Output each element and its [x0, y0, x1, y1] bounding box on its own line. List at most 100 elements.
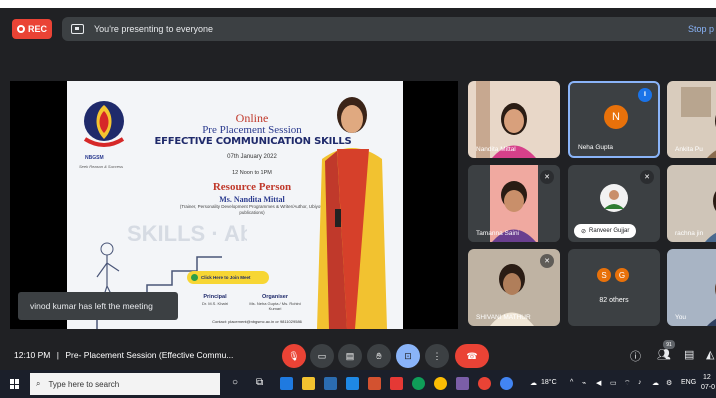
- mic-toggle-button[interactable]: 🎙︎: [282, 344, 306, 368]
- poster-bg-words: SKILLS · Ability: [127, 221, 247, 246]
- poster-join-button: Click Here to Join Meet: [187, 271, 269, 284]
- edge-app-icon[interactable]: [280, 377, 293, 390]
- input-language[interactable]: ENG: [681, 379, 696, 386]
- temperature: 18°C: [541, 379, 557, 386]
- record-icon: [16, 25, 25, 33]
- chat-icon[interactable]: ▤: [684, 348, 694, 361]
- tray-volume-icon[interactable]: ◀: [596, 379, 601, 387]
- logo-text: NBGSM: [85, 155, 104, 161]
- participant-count-badge: 91: [663, 340, 675, 349]
- speaker-photo: [317, 97, 387, 329]
- others-tile[interactable]: S G 82 others: [568, 249, 660, 326]
- participant-tile[interactable]: rachna jin: [667, 165, 716, 242]
- participant-name-chip: ⊘ Ranveer Gujjar: [574, 224, 637, 238]
- notification-toast: vinod kumar has left the meeting: [18, 292, 178, 320]
- meeting-time: 12:10 PM: [14, 350, 51, 360]
- more-vert-icon: ⋮: [432, 350, 442, 361]
- participant-name: SHIVANI MATHUR: [476, 314, 531, 321]
- tray-settings-icon[interactable]: ⚙: [666, 379, 672, 387]
- tray-wifi-icon[interactable]: ⌔: [624, 379, 631, 388]
- participant-tile[interactable]: ✕ SHIVANI MATHUR: [468, 249, 560, 326]
- meet-window-icon[interactable]: [456, 377, 469, 390]
- info-icon[interactable]: ⓘ: [630, 348, 641, 364]
- mic-off-icon: ⊘: [581, 228, 587, 235]
- file-explorer-icon[interactable]: [302, 377, 315, 390]
- tray-sound-icon[interactable]: ♪: [638, 379, 642, 386]
- participant-name: rachna jin: [675, 230, 704, 237]
- mic-off-icon: ✕: [540, 254, 554, 268]
- tray-chevron-icon[interactable]: ^: [570, 379, 573, 386]
- others-avatars: S G: [596, 267, 632, 283]
- college-logo: [83, 101, 125, 147]
- more-options-button[interactable]: ⋮: [425, 344, 449, 368]
- windows-start-icon[interactable]: [10, 379, 20, 389]
- leave-call-button[interactable]: ☎︎: [455, 344, 489, 368]
- present-screen-icon: [71, 24, 84, 34]
- participant-tile[interactable]: Ankita Pu: [667, 81, 716, 158]
- participant-tile[interactable]: ⦀ N Neha Gupta: [568, 81, 660, 158]
- separator: |: [56, 350, 59, 360]
- chrome-window-icon[interactable]: [478, 377, 491, 390]
- hangup-icon: ☎︎: [466, 350, 478, 361]
- people-icon[interactable]: 👥︎: [657, 348, 671, 361]
- mic-off-icon: ✕: [540, 170, 554, 184]
- chrome-window-2-icon[interactable]: [500, 377, 513, 390]
- chrome-profile-icon[interactable]: [434, 377, 447, 390]
- chrome-app-icon[interactable]: [412, 377, 425, 390]
- poster-principal-label: Principal: [203, 294, 227, 300]
- camera-toggle-button[interactable]: ▭: [310, 344, 334, 368]
- presenting-banner: You're presenting to everyone Stop p: [62, 17, 716, 41]
- activities-icon[interactable]: ◭: [706, 348, 714, 361]
- present-icon: ⊡: [404, 350, 412, 361]
- participant-tile[interactable]: Nandita Mittal: [468, 81, 560, 158]
- weather-icon[interactable]: ☁: [530, 379, 537, 387]
- taskbar-clock-time[interactable]: 12: [703, 374, 711, 381]
- poster-organiser-label: Organiser: [262, 294, 288, 300]
- poster-principal-name: Dr. M.S. Khatri: [201, 301, 228, 306]
- tray-battery-icon[interactable]: ▭: [610, 379, 617, 387]
- captions-button[interactable]: ▤: [338, 344, 362, 368]
- present-button[interactable]: ⊡: [396, 344, 420, 368]
- store-app-icon[interactable]: [324, 377, 337, 390]
- pdf-app-icon[interactable]: [390, 377, 403, 390]
- mic-off-icon: ✕: [640, 170, 654, 184]
- tray-onedrive-icon[interactable]: ☁: [652, 379, 659, 387]
- control-bar: 12:10 PM | Pre- Placement Session (Effec…: [0, 340, 716, 370]
- participant-name: Nandita Mittal: [476, 146, 516, 153]
- search-placeholder: Type here to search: [48, 379, 120, 389]
- avatar: G: [614, 267, 630, 283]
- poster-tagline: Seek Reason & Success: [79, 164, 124, 169]
- cortana-icon[interactable]: ○: [232, 377, 238, 388]
- tray-network-icon[interactable]: ⌁: [582, 379, 586, 387]
- mic-off-icon: 🎙︎: [288, 350, 300, 361]
- participant-name: Ankita Pu: [675, 146, 703, 153]
- participant-name: Tamanna Saini: [476, 230, 519, 237]
- meet-window: REC You're presenting to everyone Stop p…: [0, 8, 716, 370]
- self-tile[interactable]: You: [667, 249, 716, 326]
- top-bar: REC You're presenting to everyone Stop p: [0, 8, 716, 52]
- join-label: Click Here to Join Meet: [201, 275, 251, 280]
- speaking-indicator-icon: ⦀: [638, 88, 652, 102]
- participant-name: Neha Gupta: [578, 144, 614, 151]
- participant-name: You: [675, 314, 686, 321]
- powerpoint-app-icon[interactable]: [368, 377, 381, 390]
- meeting-info: 12:10 PM | Pre- Placement Session (Effec…: [14, 350, 233, 360]
- task-view-icon[interactable]: ⧉: [256, 377, 263, 388]
- presenting-text: You're presenting to everyone: [94, 24, 213, 34]
- avatar: S: [596, 267, 612, 283]
- search-icon: ⌕: [36, 379, 41, 388]
- mail-app-icon[interactable]: [346, 377, 359, 390]
- captions-icon: ▤: [345, 350, 355, 361]
- participant-tile[interactable]: ✕ ⊘ Ranveer Gujjar: [568, 165, 660, 242]
- stop-presenting-button[interactable]: Stop p: [688, 24, 714, 34]
- windows-taskbar: ⌕ Type here to search ○ ⧉ ☁ 18°C ^ ⌁ ◀ ▭…: [0, 370, 716, 398]
- taskbar-search-input[interactable]: ⌕ Type here to search: [30, 373, 220, 395]
- participant-tile[interactable]: ✕ Tamanna Saini: [468, 165, 560, 242]
- meeting-title: Pre- Placement Session (Effective Commu.…: [65, 350, 234, 360]
- rec-label: REC: [27, 24, 47, 34]
- poster-organiser-names: Ms. Neha Gupta / Ms. Rohini Kumari: [249, 301, 301, 311]
- raise-hand-button[interactable]: ✋︎: [367, 344, 391, 368]
- avatar: N: [604, 105, 628, 129]
- participant-name: Ranveer Gujjar: [589, 228, 630, 234]
- taskbar-clock-date[interactable]: 07-0: [701, 384, 715, 391]
